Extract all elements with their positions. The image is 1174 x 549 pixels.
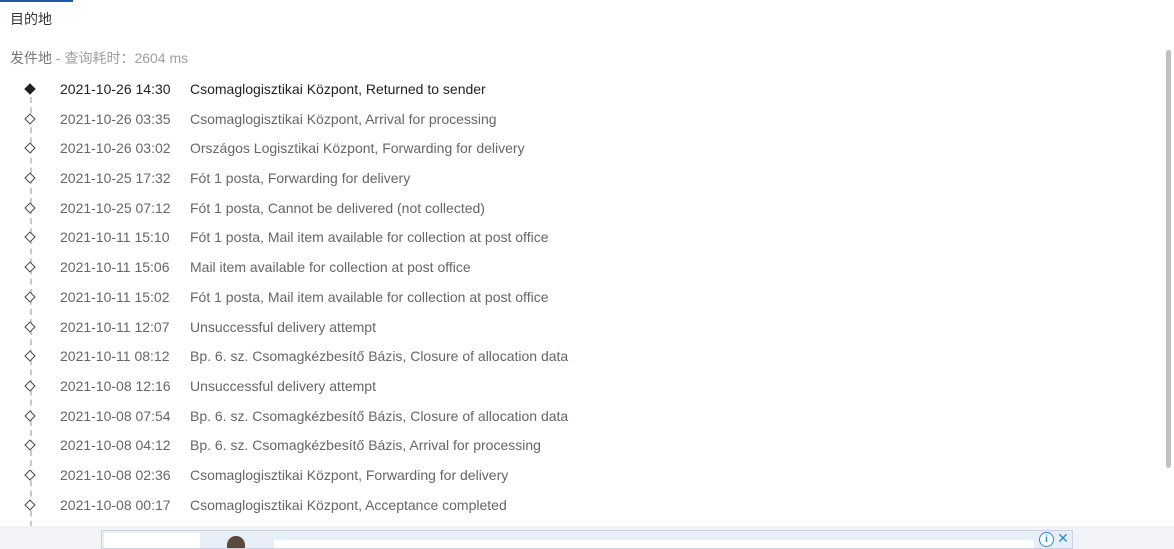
close-icon[interactable]: ✕ xyxy=(1056,531,1070,545)
event-time: 2021-10-11 15:10 xyxy=(60,229,170,246)
event-time: 2021-10-11 12:07 xyxy=(60,318,170,335)
event-description: Bp. 6. sz. Csomagkézbesítő Bázis, Arriva… xyxy=(190,437,541,454)
diamond-icon xyxy=(24,439,36,451)
origin-separator: - xyxy=(52,50,65,66)
diamond-icon xyxy=(24,261,36,273)
diamond-icon xyxy=(24,231,36,244)
diamond-icon xyxy=(24,172,36,184)
diamond-icon xyxy=(24,113,36,125)
event-description: Bp. 6. sz. Csomagkézbesítő Bázis, Closur… xyxy=(190,407,569,424)
event-time: 2021-10-11 15:02 xyxy=(60,288,170,305)
timeline-event: 2021-10-08 04:12 Bp. 6. sz. Csomagkézbesí… xyxy=(0,431,1160,461)
event-time: 2021-10-25 17:32 xyxy=(60,170,171,187)
timeline-event: 2021-10-11 15:06 Mail item available for … xyxy=(0,253,1160,283)
diamond-icon xyxy=(24,409,36,422)
timeline-event: 2021-10-26 14:30 Csomaglogisztikai Közpon… xyxy=(0,75,1160,105)
timeline-event: 2021-10-08 07:54 Bp. 6. sz. Csomagkézbesí… xyxy=(0,402,1160,432)
origin-header: 发件地 - 查询耗时：2604 ms xyxy=(10,48,188,68)
event-time: 2021-10-11 15:06 xyxy=(60,259,170,276)
diamond-icon xyxy=(24,320,36,333)
timeline-event: 2021-10-26 03:02 Országos Logisztikai Köz… xyxy=(0,134,1160,164)
event-time: 2021-10-08 04:12 xyxy=(60,437,171,454)
event-time: 2021-10-08 02:36 xyxy=(60,466,171,483)
event-time: 2021-10-26 03:35 xyxy=(60,110,171,127)
timeline-event: 2021-10-11 15:02 Fót 1 posta, Mail item a… xyxy=(0,283,1160,313)
ad-box[interactable]: i ✕ xyxy=(101,530,1073,549)
active-tab-indicator xyxy=(0,0,73,2)
event-list: 2021-10-26 14:30 Csomaglogisztikai Közpon… xyxy=(0,75,1160,520)
event-description: Fót 1 posta, Mail item available for col… xyxy=(190,229,549,246)
timeline-event: 2021-10-26 03:35 Csomaglogisztikai Közpon… xyxy=(0,105,1160,135)
query-time-value: 2604 ms xyxy=(134,50,189,66)
timeline-event: 2021-10-08 02:36 Csomaglogisztikai Közpon… xyxy=(0,461,1160,491)
event-description: Mail item available for collection at po… xyxy=(190,259,471,276)
diamond-icon xyxy=(24,498,36,511)
event-description: Unsuccessful delivery attempt xyxy=(190,318,376,335)
event-time: 2021-10-08 12:16 xyxy=(60,377,171,394)
event-description: Fót 1 posta, Cannot be delivered (not co… xyxy=(190,199,485,216)
timeline-event: 2021-10-08 00:17 Csomaglogisztikai Közpon… xyxy=(0,491,1160,521)
diamond-icon xyxy=(24,142,36,155)
event-description: Csomaglogisztikai Központ, Arrival for p… xyxy=(190,110,497,127)
ad-content[interactable] xyxy=(274,540,1034,548)
timeline-event: 2021-10-25 07:12 Fót 1 posta, Cannot be d… xyxy=(0,194,1160,224)
timeline-event: 2021-10-25 17:32 Fót 1 posta, Forwarding … xyxy=(0,164,1160,194)
filled-diamond-icon xyxy=(24,83,36,95)
timeline-event: 2021-10-11 12:07 Unsuccessful delivery at… xyxy=(0,313,1160,343)
tab-destination[interactable]: 目的地 xyxy=(10,9,52,29)
event-description: Csomaglogisztikai Központ, Returned to s… xyxy=(190,81,486,97)
event-time: 2021-10-08 07:54 xyxy=(60,407,171,424)
event-time: 2021-10-26 14:30 xyxy=(60,81,171,97)
event-time: 2021-10-11 08:12 xyxy=(60,348,170,365)
event-time: 2021-10-26 03:02 xyxy=(60,140,171,157)
event-description: Csomaglogisztikai Központ, Acceptance co… xyxy=(190,496,507,513)
timeline-event: 2021-10-08 12:16 Unsuccessful delivery at… xyxy=(0,372,1160,402)
event-description: Unsuccessful delivery attempt xyxy=(190,377,376,394)
query-time-label: 查询耗时： xyxy=(64,50,135,66)
timeline-event: 2021-10-11 08:12 Bp. 6. sz. Csomagkézbesí… xyxy=(0,342,1160,372)
event-time: 2021-10-08 00:17 xyxy=(60,496,171,513)
diamond-icon xyxy=(24,291,36,303)
diamond-icon xyxy=(24,350,36,362)
page: 目的地 发件地 - 查询耗时：2604 ms 2021-10-26 14:30 C… xyxy=(0,0,1174,549)
timeline-event: 2021-10-11 15:10 Fót 1 posta, Mail item a… xyxy=(0,223,1160,253)
event-description: Csomaglogisztikai Központ, Forwarding fo… xyxy=(190,466,509,483)
event-description: Fót 1 posta, Mail item available for col… xyxy=(190,288,549,305)
tracking-timeline: 2021-10-26 14:30 Csomaglogisztikai Közpon… xyxy=(0,75,1160,549)
event-description: Bp. 6. sz. Csomagkézbesítő Bázis, Closur… xyxy=(190,348,569,365)
ad-image[interactable] xyxy=(227,536,245,548)
info-icon[interactable]: i xyxy=(1039,532,1054,547)
diamond-icon xyxy=(24,469,36,481)
ad-thumbnail[interactable] xyxy=(104,533,200,548)
event-time: 2021-10-25 07:12 xyxy=(60,199,171,216)
ad-banner: i ✕ xyxy=(0,526,1174,549)
event-description: Országos Logisztikai Központ, Forwarding… xyxy=(190,140,525,157)
diamond-icon xyxy=(24,380,36,392)
event-description: Fót 1 posta, Forwarding for delivery xyxy=(190,170,411,187)
scrollbar-thumb[interactable] xyxy=(1166,50,1171,468)
tab-origin[interactable]: 发件地 xyxy=(10,50,52,66)
diamond-icon xyxy=(24,202,36,214)
